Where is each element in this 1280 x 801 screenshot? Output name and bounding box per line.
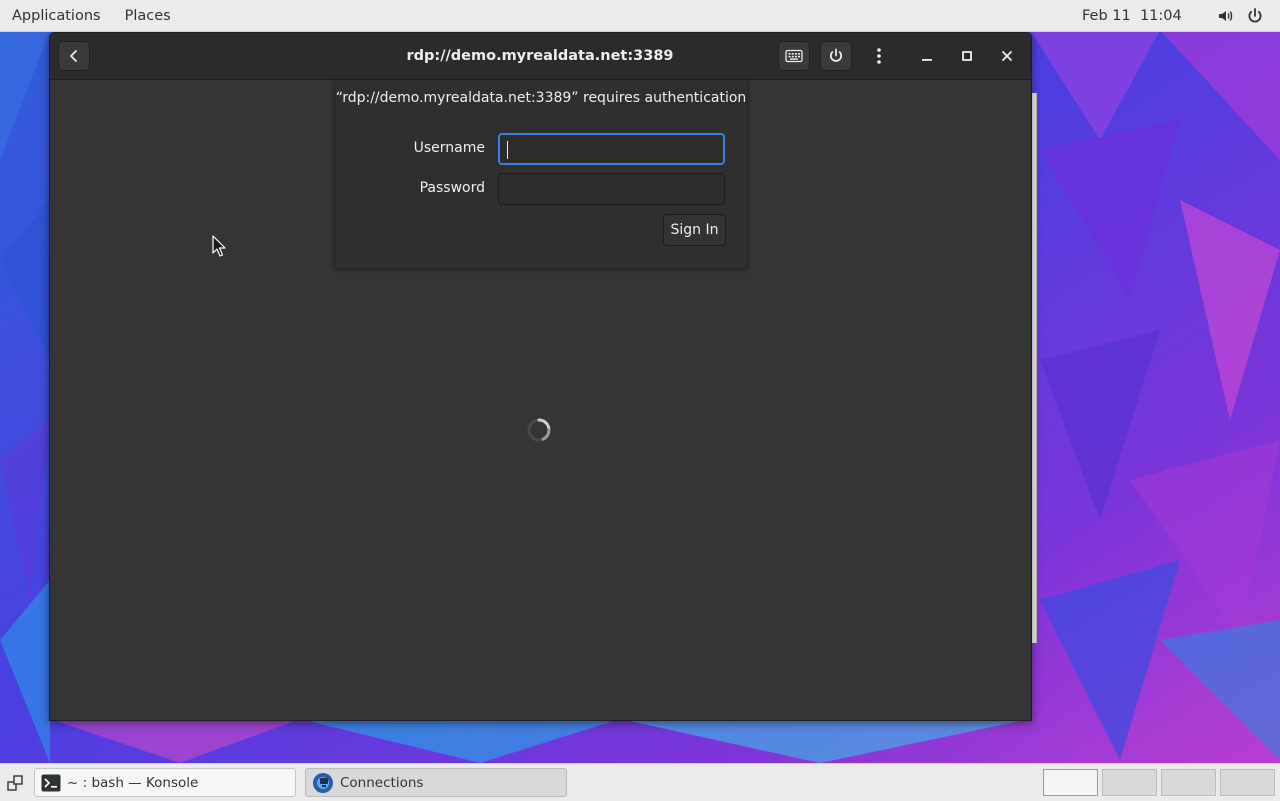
password-input[interactable] [499, 174, 724, 204]
top-panel: Applications Places Feb 11 11:04 [0, 0, 1280, 32]
show-desktop-icon[interactable] [6, 774, 24, 792]
loading-spinner-icon [527, 418, 551, 442]
volume-icon[interactable] [1217, 7, 1235, 25]
workspace-2[interactable] [1102, 769, 1157, 796]
mouse-pointer-icon [212, 235, 226, 257]
username-field[interactable] [498, 133, 725, 165]
keyboard-button[interactable] [778, 41, 810, 71]
maximize-button[interactable] [952, 41, 982, 71]
task-konsole[interactable]: ~ : bash — Konsole [34, 768, 296, 797]
places-menu[interactable]: Places [113, 0, 183, 31]
task-label: ~ : bash — Konsole [67, 774, 199, 791]
auth-message: “rdp://demo.myrealdata.net:3389” require… [335, 90, 747, 106]
password-label: Password [419, 180, 485, 196]
window-title: rdp://demo.myrealdata.net:3389 [406, 48, 674, 64]
power-icon [829, 48, 843, 62]
sign-in-button[interactable]: Sign In [663, 214, 726, 246]
connections-window: rdp://demo.myrealdata.net:3389 “rdp://de… [49, 32, 1032, 721]
workspace-3[interactable] [1161, 769, 1216, 796]
minimize-icon [922, 59, 932, 61]
back-arrow-icon [70, 50, 77, 62]
maximize-icon [962, 51, 972, 61]
auth-panel: “rdp://demo.myrealdata.net:3389” require… [334, 80, 748, 269]
task-connections[interactable]: Connections [305, 768, 567, 797]
task-label: Connections [340, 774, 424, 791]
workspace-1[interactable] [1043, 769, 1098, 796]
workspace-4[interactable] [1220, 769, 1275, 796]
minimize-button[interactable] [912, 41, 942, 71]
back-button[interactable] [58, 41, 90, 71]
main-menu-button[interactable] [864, 41, 894, 71]
kebab-menu-icon [877, 48, 881, 64]
text-caret [507, 141, 508, 159]
clock[interactable]: Feb 11 11:04 [1082, 0, 1182, 31]
username-input[interactable] [500, 135, 723, 163]
disconnect-button[interactable] [820, 41, 852, 71]
applications-menu[interactable]: Applications [0, 0, 113, 31]
close-button[interactable] [992, 41, 1022, 71]
system-power-icon[interactable] [1246, 7, 1264, 25]
terminal-icon [41, 774, 61, 791]
close-icon [1002, 51, 1012, 61]
taskbar: ~ : bash — Konsole Connections [0, 763, 1280, 801]
username-label: Username [413, 140, 485, 156]
keyboard-icon [785, 49, 803, 63]
header-bar[interactable]: rdp://demo.myrealdata.net:3389 [50, 33, 1031, 80]
remote-display-area[interactable]: “rdp://demo.myrealdata.net:3389” require… [50, 80, 1031, 720]
password-field[interactable] [498, 173, 725, 205]
connections-icon [313, 772, 333, 793]
